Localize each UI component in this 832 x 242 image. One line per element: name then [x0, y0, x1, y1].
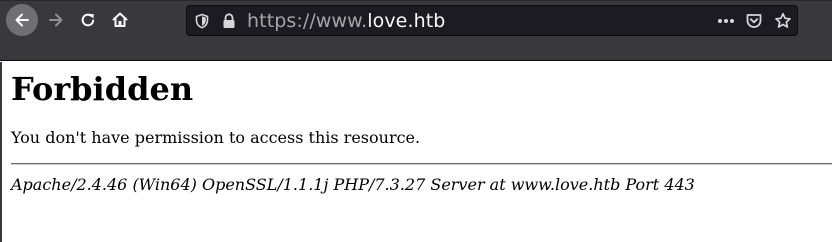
page-content: Forbidden You don't have permission to a… [0, 62, 832, 242]
back-button[interactable] [6, 4, 38, 36]
address-bar[interactable]: https://www.love.htb [186, 5, 798, 36]
url-prefix: https://www. [247, 10, 368, 32]
reload-icon [81, 13, 95, 27]
tracking-shield-icon[interactable] [193, 12, 211, 30]
home-icon [112, 12, 128, 27]
browser-toolbar: https://www.love.htb [0, 0, 832, 61]
forward-button[interactable] [42, 6, 70, 34]
url-host: love.htb [367, 10, 446, 32]
forward-arrow-icon [49, 13, 63, 27]
server-signature: Apache/2.4.46 (Win64) OpenSSL/1.1.1j PHP… [11, 175, 695, 194]
star-icon[interactable] [772, 10, 794, 32]
horizontal-rule [11, 163, 832, 165]
back-arrow-icon [15, 13, 29, 27]
page-title: Forbidden [11, 70, 194, 108]
lock-icon[interactable] [221, 12, 237, 30]
error-message: You don't have permission to access this… [11, 128, 421, 147]
more-dots-icon[interactable] [716, 12, 736, 30]
home-button[interactable] [106, 6, 134, 34]
url-text[interactable]: https://www.love.htb [247, 8, 445, 34]
toolbar-top-line [0, 0, 832, 1]
reload-button[interactable] [74, 6, 102, 34]
pocket-icon[interactable] [744, 11, 764, 31]
